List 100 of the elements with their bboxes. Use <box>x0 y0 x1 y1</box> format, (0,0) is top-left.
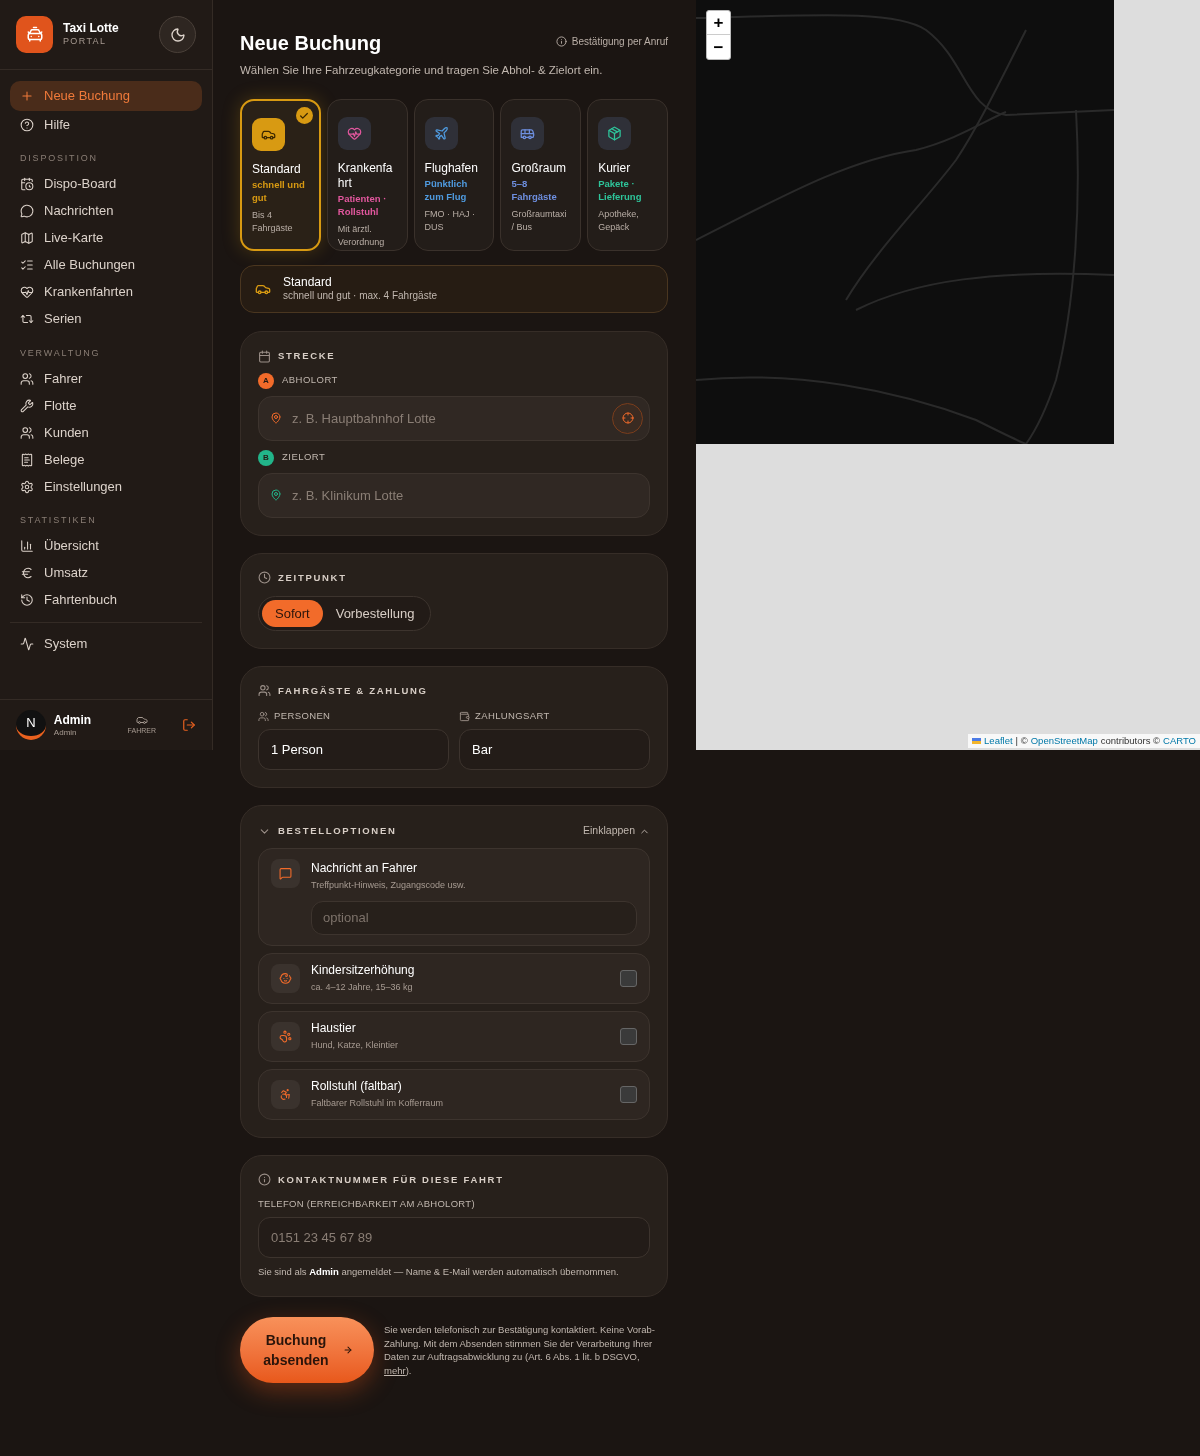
nav-item[interactable]: Übersicht <box>10 532 202 560</box>
nav-item[interactable]: Nachrichten <box>10 197 202 225</box>
zoom-in-button[interactable]: + <box>707 11 730 35</box>
map-icon <box>20 231 34 245</box>
map-tile[interactable]: + − <box>696 0 1114 444</box>
nav-item[interactable]: Belege <box>10 446 202 473</box>
nav-item[interactable]: Neue Buchung <box>10 81 202 111</box>
user-name: Admin <box>53 712 93 728</box>
bus-icon <box>511 117 545 151</box>
avatar: N <box>16 710 46 740</box>
heart-pulse-icon <box>337 117 371 151</box>
vehicle-card[interactable]: Standard schnell und gut Bis 4 Fahrgäste <box>240 99 321 252</box>
map-pin-icon <box>270 411 282 424</box>
map-pin-icon <box>270 488 282 501</box>
arrow-right-icon <box>343 1345 353 1356</box>
moon-icon <box>169 26 186 43</box>
taxi-logo-icon <box>16 16 53 53</box>
select-field[interactable]: Bar <box>459 729 650 771</box>
vehicle-card[interactable]: Flughafen Pünktlich zum Flug FMO · HAJ · DUS <box>413 99 495 252</box>
chat-bubble-icon <box>20 204 34 218</box>
vehicle-detail: FMO · HAJ · DUS <box>424 208 477 234</box>
section-title: FAHRGÄSTE & ZAHLUNG <box>278 683 428 698</box>
users-icon <box>258 710 269 722</box>
settings-icon <box>20 479 34 494</box>
option-hint: Treffpunkt-Hinweis, Zugangscode usw. <box>311 879 467 892</box>
time-option-tab[interactable]: Vorbestellung <box>322 599 428 627</box>
nav-item[interactable]: System <box>10 630 202 658</box>
option-title: Haustier <box>311 1020 357 1038</box>
bar-chart-icon <box>20 539 34 553</box>
option-title: Rollstuhl (faltbar) <box>311 1078 403 1096</box>
plus-icon <box>20 89 34 103</box>
check-badge-icon <box>295 107 313 125</box>
collapse-toggle[interactable]: Einklappen <box>583 823 650 839</box>
brand-subtitle: PORTAL <box>63 36 108 48</box>
checkbox[interactable] <box>620 1085 637 1103</box>
plane-icon <box>424 117 458 151</box>
receipt-icon <box>20 452 34 467</box>
disclaimer-text: Sie werden telefonisch zur Bestätigung kontaktiert. Keine Vorab-Zahlung. Mit dem Absenden stimmen Sie der Verarbeitung Ihrer Daten zur Auftragsabwicklung zu (Art. 6 Abs. 1 lit. b DSGVO, mehr). <box>384 1323 656 1378</box>
nav-item[interactable]: Hilfe <box>10 111 202 138</box>
vehicle-detail: Mit ärztl. Verordnung <box>337 223 386 249</box>
vehicle-tagline: 5–8 Fahrgäste <box>511 178 558 204</box>
nav-item[interactable]: Fahrtenbuch <box>10 586 202 614</box>
nav-item[interactable]: Krankenfahrten <box>10 278 202 306</box>
nav-item[interactable]: Einstellungen <box>10 473 202 500</box>
message-icon <box>271 859 300 888</box>
calendar-icon <box>258 349 271 363</box>
baby-icon <box>271 963 300 993</box>
wallet-icon <box>459 710 470 722</box>
section-title: STRECKE <box>278 349 336 364</box>
checkbox[interactable] <box>620 969 637 987</box>
section-title: BESTELLOPTIONEN <box>278 824 397 838</box>
address-input[interactable]: z. B. Hauptbahnhof Lotte <box>258 395 650 441</box>
attribution-link[interactable]: CARTO <box>1163 733 1196 748</box>
checkbox[interactable] <box>620 1027 637 1045</box>
select-field[interactable]: 1 Person <box>258 729 449 771</box>
nav-item[interactable]: Live-Karte <box>10 224 202 252</box>
nav-item[interactable]: Serien <box>10 305 202 333</box>
car-icon <box>252 118 285 152</box>
more-link[interactable]: mehr <box>384 1364 406 1376</box>
users-icon <box>20 371 34 386</box>
attribution-link[interactable]: OpenStreetMap <box>1030 733 1098 748</box>
vehicle-card[interactable]: Krankenfahrt Patienten · Rollstuhl Mit ärztl. Verordnung <box>326 99 408 252</box>
nav-item[interactable]: Kunden <box>10 419 202 446</box>
vehicle-card[interactable]: Kurier Pakete · Lieferung Apotheke, Gepäck <box>587 99 668 252</box>
field-label: ABHOLORT <box>282 373 338 388</box>
field-label: ZAHLUNGSART <box>475 709 550 723</box>
vehicle-detail: Großraumtaxi / Bus <box>511 208 568 234</box>
section-heading: STATISTIKEN <box>19 514 98 527</box>
vehicle-tagline: Pakete · Lieferung <box>598 178 643 204</box>
zoom-out-button[interactable]: − <box>707 35 730 59</box>
page-subtitle: Wählen Sie Ihre Fahrzeugkategorie und tragen Sie Abhol- & Zielort ein. <box>240 63 604 78</box>
nav-item[interactable]: Fahrer <box>10 365 202 392</box>
nav-item[interactable]: Dispo-Board <box>10 170 202 198</box>
vehicle-card[interactable]: Großraum 5–8 Fahrgäste Großraumtaxi / Bus <box>500 99 582 252</box>
address-input[interactable]: z. B. Klinikum Lotte <box>258 472 650 518</box>
user-role: Admin <box>53 727 78 738</box>
calendar-clock-icon <box>20 177 34 191</box>
wrench-icon <box>20 398 34 413</box>
brand-title: Taxi Lotte <box>63 21 119 37</box>
checklist-icon <box>20 258 34 272</box>
vehicle-title: Standard <box>252 162 301 178</box>
nav-item[interactable]: Umsatz <box>10 559 202 587</box>
nav-item[interactable]: Alle Buchungen <box>10 251 202 279</box>
wheelchair-icon <box>271 1079 300 1109</box>
option-title: Kindersitzerhöhung <box>311 962 416 980</box>
logout-button[interactable] <box>182 718 196 732</box>
page-title: Neue Buchung <box>240 31 382 56</box>
attribution-link[interactable]: Leaflet <box>984 733 1013 748</box>
heart-pulse-icon <box>20 285 34 299</box>
message-input[interactable]: optional <box>311 900 637 935</box>
nav-item[interactable]: Flotte <box>10 392 202 419</box>
section-title: ZEITPUNKT <box>278 570 347 585</box>
phone-input[interactable]: 0151 23 45 67 89 <box>258 1217 650 1258</box>
section-title: KONTAKTNUMMER FÜR DIESE FAHRT <box>278 1172 504 1187</box>
field-label: TELEFON (ERREICHBARKEIT AM ABHOLORT) <box>258 1196 476 1211</box>
time-option-tab[interactable]: Sofort <box>262 599 323 627</box>
flag-icon <box>972 737 982 744</box>
submit-button[interactable]: Buchung absenden <box>240 1317 374 1384</box>
repeat-icon <box>20 312 34 326</box>
theme-toggle-button[interactable] <box>159 16 196 53</box>
